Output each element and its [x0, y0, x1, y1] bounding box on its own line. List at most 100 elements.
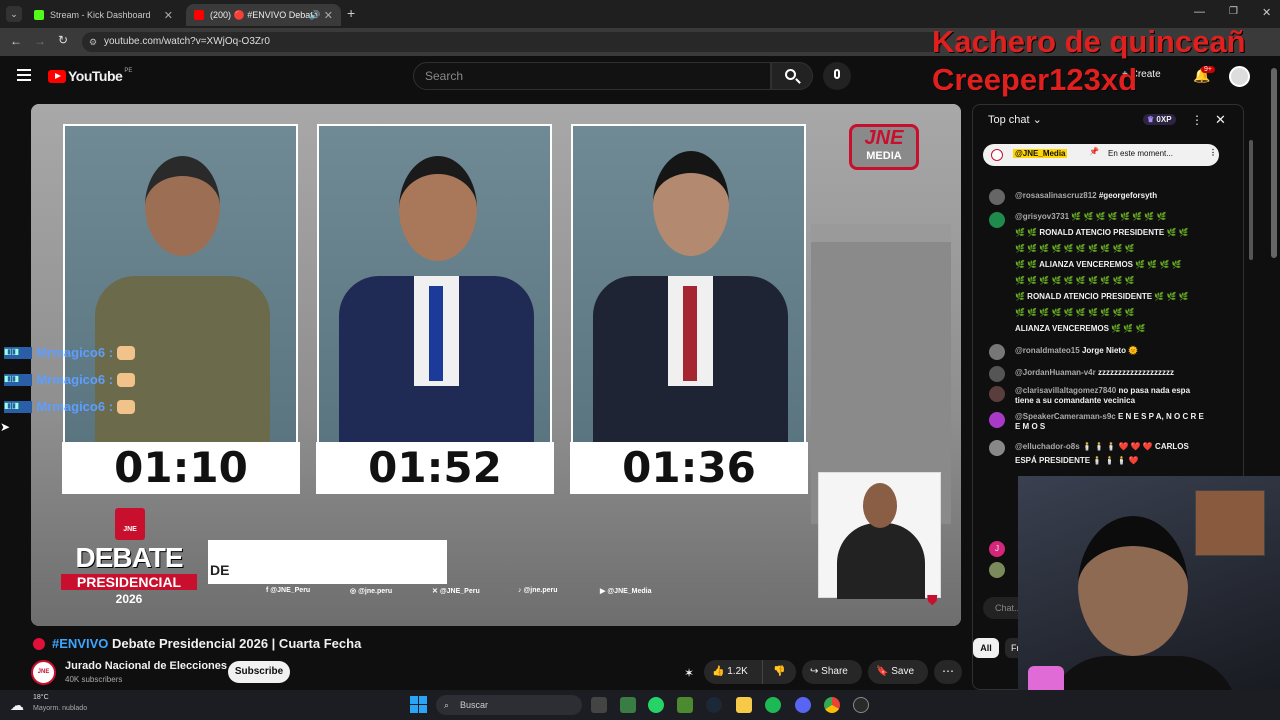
- avatar[interactable]: [1229, 66, 1250, 87]
- pinned-message[interactable]: @JNE_Media 📌 En este moment... ⋮: [983, 144, 1219, 166]
- close-icon[interactable]: ✕: [164, 9, 173, 22]
- url-field[interactable]: ⚙ youtube.com/watch?v=XWjOq-O3Zr0: [82, 32, 942, 52]
- minimize-icon[interactable]: —: [1194, 6, 1205, 18]
- steam-icon[interactable]: [706, 697, 722, 713]
- discord-icon[interactable]: [795, 697, 811, 713]
- tab-youtube-debate[interactable]: (200) 🔴 #ENVIVO Debate 🔊 ✕: [186, 4, 341, 26]
- channel-name[interactable]: Jurado Nacional de Elecciones: [65, 660, 227, 672]
- avatar: [989, 366, 1005, 382]
- share-button[interactable]: ↪ Share: [802, 660, 862, 684]
- avatar: [989, 212, 1005, 228]
- spotify-icon[interactable]: [765, 697, 781, 713]
- candidate-3-head: [653, 151, 729, 256]
- chat-username: Mrmagico6 :: [36, 345, 114, 360]
- chat-author[interactable]: @JordanHuaman-v4r: [1015, 368, 1096, 377]
- bookmark-icon: 🔖: [876, 666, 889, 677]
- chat-more-icon[interactable]: ⋮: [1191, 113, 1203, 127]
- title-text: Debate Presidencial 2026 | Cuarta Fecha: [111, 636, 362, 651]
- pinned-more-icon[interactable]: ⋮: [1209, 148, 1217, 157]
- thumbs-down-icon: 👎: [773, 666, 786, 677]
- share-label: Share: [821, 666, 848, 677]
- chat-author[interactable]: @ronaldmateo15: [1015, 346, 1080, 355]
- youtube-icon: [194, 10, 204, 20]
- subscriber-count: 40K subscribers: [65, 675, 123, 684]
- youtube-logo[interactable]: YouTube PE: [48, 68, 132, 84]
- chrome-icon[interactable]: [824, 697, 840, 713]
- site-info-icon[interactable]: ⚙: [89, 32, 97, 52]
- pinned-text: En este moment...: [1108, 149, 1173, 158]
- candidate-3-timer: 01:36: [570, 442, 808, 494]
- menu-icon[interactable]: [17, 69, 31, 81]
- save-button[interactable]: 🔖 Save: [868, 660, 928, 684]
- window-close-icon[interactable]: ✕: [1262, 6, 1271, 19]
- chat-author[interactable]: @grisyov3731: [1015, 212, 1069, 221]
- jne-watermark-icon: ⛊: [927, 592, 938, 608]
- more-actions-button[interactable]: ⋯: [934, 660, 962, 684]
- tab-label: Stream - Kick Dashboard: [50, 10, 151, 20]
- chat-close-icon[interactable]: ✕: [1215, 112, 1226, 128]
- mic-button[interactable]: [823, 62, 851, 90]
- chat-author[interactable]: @elluchador-o8s: [1015, 442, 1080, 451]
- video-player[interactable]: 01:10 01:52 01:36 JNE MEDIA JNE DEBATE P…: [31, 104, 961, 626]
- stream-overlay-line2: Creeper123xd: [932, 62, 1138, 97]
- chevron-down-icon: ⌄: [1032, 114, 1042, 126]
- debate-logo: JNE DEBATE PRESIDENCIAL 2026: [57, 508, 201, 606]
- chat-author[interactable]: @SpeakerCameraman-s9c: [1015, 412, 1116, 421]
- file-explorer-icon[interactable]: [736, 697, 752, 713]
- chat-message-line: ALIANZA VENCEREMOS 🌿 🌿 🌿: [1015, 324, 1146, 333]
- social-handles: f @JNE_Peru ◎ @jne.peru ✕ @JNE_Peru ♪ @j…: [266, 587, 706, 601]
- effects-icon[interactable]: ✶: [684, 666, 694, 680]
- video-title: #ENVIVO Debate Presidencial 2026 | Cuart…: [52, 636, 361, 651]
- tab-kick-dashboard[interactable]: Stream - Kick Dashboard ✕: [26, 4, 181, 26]
- emote-icon: [117, 399, 136, 414]
- hashtag-link[interactable]: #ENVIVO: [52, 636, 108, 651]
- page-scrollbar[interactable]: [1271, 68, 1277, 258]
- new-tab-button[interactable]: +: [347, 5, 355, 21]
- candidate-1-timer: 01:10: [62, 442, 300, 494]
- candidate-2-timer: 01:52: [316, 442, 554, 494]
- crown-icon: ♛: [1147, 115, 1155, 124]
- filter-chip-all[interactable]: All: [973, 638, 999, 658]
- facebook-handle: f @JNE_Peru: [266, 587, 311, 594]
- windows-start-icon[interactable]: [410, 696, 427, 713]
- task-view-icon[interactable]: [591, 697, 607, 713]
- calculator-icon[interactable]: [620, 697, 636, 713]
- forward-icon[interactable]: →: [34, 34, 46, 48]
- chat-avatar-partial: J: [989, 541, 1005, 557]
- taskbar-search[interactable]: ⌕ Buscar: [436, 695, 582, 715]
- pinned-author: @JNE_Media: [1013, 149, 1068, 158]
- back-icon[interactable]: ←: [10, 34, 22, 48]
- tab-list-dropdown-icon[interactable]: ⌄: [6, 6, 22, 22]
- restore-icon[interactable]: ❐: [1229, 6, 1238, 17]
- obs-icon[interactable]: [853, 697, 869, 713]
- search-input[interactable]: Search: [413, 62, 771, 90]
- chat-message-line: 🌿 🌿 🌿 🌿 🌿 🌿 🌿 🌿 🌿 🌿: [1015, 244, 1135, 253]
- close-icon[interactable]: ✕: [324, 9, 333, 22]
- weather-temp: 18°C: [33, 694, 49, 701]
- chat-username: Mrmagico6 :: [36, 399, 114, 414]
- reload-icon[interactable]: ↻: [58, 33, 68, 47]
- whatsapp-icon[interactable]: [648, 697, 664, 713]
- kick-icon: [34, 10, 44, 20]
- chat-message-line: 🌿 🌿 RONALD ATENCIO PRESIDENTE 🌿 🌿: [1015, 228, 1189, 237]
- chat-mode-dropdown[interactable]: Top chat ⌄: [988, 113, 1042, 126]
- channel-avatar[interactable]: JNE: [31, 660, 56, 685]
- xp-badge[interactable]: ♛ 0XP: [1143, 114, 1176, 125]
- speaker-icon[interactable]: 🔊: [309, 10, 320, 21]
- search-icon: [785, 69, 796, 80]
- chat-avatar-partial: [989, 562, 1005, 578]
- pinned-avatar: [991, 149, 1003, 161]
- chat-author[interactable]: @rosasalinascruz812: [1015, 191, 1097, 200]
- chat-author[interactable]: @clarisavillaltagomez7840: [1015, 386, 1116, 395]
- minecraft-icon[interactable]: [677, 697, 693, 713]
- dislike-button[interactable]: 👎: [762, 660, 796, 684]
- subscribe-button[interactable]: Subscribe: [228, 661, 290, 683]
- mic-icon: [834, 69, 840, 79]
- weather-icon[interactable]: ☁: [10, 697, 24, 714]
- notification-badge: 9+: [1201, 66, 1215, 73]
- kick-chat-tag-3: ◧◨ Mrmagico6 :: [4, 398, 136, 416]
- chat-scrollbar[interactable]: [1249, 140, 1253, 260]
- like-button[interactable]: 👍 1.2K: [704, 660, 762, 684]
- windows-taskbar: ☁ 18°C Mayorm. nublado ⌕ Buscar: [0, 690, 1280, 720]
- search-button[interactable]: [771, 62, 813, 90]
